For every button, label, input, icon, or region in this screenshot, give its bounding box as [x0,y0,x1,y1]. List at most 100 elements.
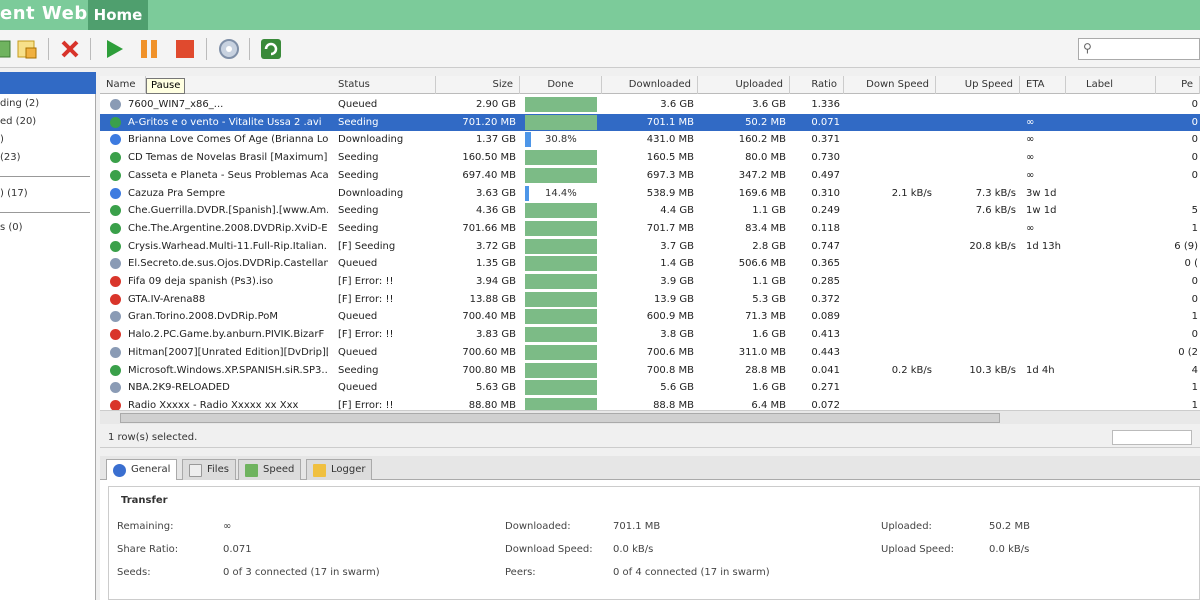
sidebar-item-selected[interactable] [0,72,96,94]
cell-downloaded: 701.7 MB [646,222,694,234]
cell-name: Cazuza Pra Sempre [128,187,226,199]
table-row[interactable]: CD Temas de Novelas Brasil [Maximum] Seed… [100,149,1200,167]
cell-up [936,344,1016,361]
cell-up: 7.3 kB/s [975,187,1016,199]
cell-eta: ∞ [1026,152,1035,164]
remove-icon[interactable] [58,37,82,61]
progress-fill [525,185,529,201]
refresh-icon[interactable] [259,37,283,61]
cell-status: Queued [338,311,378,323]
tab-logger[interactable]: Logger [306,459,373,480]
cell-status: Seeding [338,116,379,128]
start-icon[interactable] [102,37,126,61]
table-row[interactable]: Casseta e Planeta - Seus Problemas Aca..… [100,167,1200,185]
cell-eta: 1d 13h [1026,240,1061,252]
tab-general[interactable]: General [106,459,178,481]
sidebar-item[interactable]: ) [0,134,4,145]
table-row[interactable]: NBA.2K9-RELOADED Queued 5.63 GB 5.6 GB 1.6 G… [100,379,1200,397]
settings-icon[interactable] [217,37,241,61]
column-header-label[interactable]: Label [1066,76,1156,94]
scrollbar-thumb[interactable] [120,413,1000,423]
cell-name: 7600_WIN7_x86_... [128,99,224,110]
cell-eta: 3w 1d [1026,187,1057,199]
column-header-ratio[interactable]: Ratio [790,76,844,94]
cell-up: 20.8 kB/s [969,240,1016,252]
table-row[interactable]: Crysis.Warhead.Multi-11.Full-Rip.Italian… [100,238,1200,256]
cell-uploaded: 347.2 MB [738,169,786,181]
cell-size: 3.63 GB [475,187,516,199]
tab-files[interactable]: Files [182,459,236,480]
table-row[interactable]: Halo.2.PC.Game.by.anburn.PIVIK.BizarF [F]… [100,326,1200,344]
table-row[interactable]: A-Gritos e o vento - Vitalite Ussa 2 .av… [100,113,1200,132]
cell-peers: 0 (2 [1178,346,1198,358]
table-row[interactable]: Brianna Love Comes Of Age (Brianna Lo...… [100,131,1200,149]
upload-speed-value: 0.0 kB/s [989,544,1030,555]
seed-status-icon [110,240,121,252]
progress-bar [525,256,597,272]
cell-downloaded: 538.9 MB [646,187,694,199]
column-header-uploaded[interactable]: Uploaded [698,76,790,94]
seed-status-icon [110,169,121,181]
table-row[interactable]: GTA.IV-Arena88 [F] Error: !! 13.88 GB 13.9 … [100,291,1200,309]
column-header-eta[interactable]: ETA [1020,76,1066,94]
horizontal-scrollbar[interactable] [100,410,1200,424]
cell-status: [F] Seeding [338,240,396,252]
cell-up [936,291,1016,308]
cell-name: Che.The.Argentine.2008.DVDRip.XviD-E... [128,222,328,234]
sidebar-item[interactable]: s (0) [0,222,23,233]
tab-speed[interactable]: Speed [238,459,302,480]
column-header-up-speed[interactable]: Up Speed [936,76,1020,94]
stop-icon[interactable] [173,37,197,61]
table-row[interactable]: Hitman[2007][Unrated Edition][DvDrip][In… [100,344,1200,362]
sidebar-item[interactable]: (23) [0,152,21,163]
cell-status: Queued [338,258,378,270]
table-row[interactable]: Che.The.Argentine.2008.DVDRip.XviD-E... S… [100,220,1200,238]
sidebar-item[interactable]: ding (2) [0,98,39,109]
cell-up [936,220,1016,237]
column-header-name[interactable]: Name [100,76,146,94]
table-row[interactable]: Gran.Torino.2008.DvDRip.PoM Queued 700.40 … [100,308,1200,326]
add-url-icon[interactable] [16,37,40,61]
column-header-size[interactable]: Size [436,76,520,94]
sidebar-item[interactable]: ) (17) [0,188,28,199]
progress-bar [525,344,597,360]
tab-home[interactable]: Home [88,0,148,30]
table-row[interactable]: 7600_WIN7_x86_... Queued 2.90 GB 3.6 GB 3.6 … [100,96,1200,114]
cell-uploaded: 169.6 MB [738,187,786,199]
table-row[interactable]: Che.Guerrilla.DVDR.[Spanish].[www.Am... S… [100,202,1200,220]
column-header-down-speed[interactable]: Down Speed [844,76,936,94]
cell-up [936,114,1016,131]
column-header-status[interactable]: Status [332,76,436,94]
table-row[interactable]: Microsoft.Windows.XP.SPANISH.siR.SP3... S… [100,362,1200,380]
cell-name: Che.Guerrilla.DVDR.[Spanish].[www.Am... [128,205,328,217]
cell-peers: 1 [1191,382,1198,394]
column-header-peers[interactable]: Pe [1156,76,1200,94]
progress-bar [525,291,597,307]
cell-ratio: 0.285 [811,276,840,287]
search-input[interactable]: ⚲ [1078,38,1200,60]
cell-status: [F] Error: !! [338,329,394,341]
cell-peers [1156,185,1198,202]
cell-ratio: 0.118 [811,222,840,234]
table-row[interactable]: Fifa 09 deja spanish (Ps3).iso [F] Error:… [100,273,1200,291]
error-status-icon [110,293,121,305]
progress-bar [525,380,597,396]
column-header-downloaded[interactable]: Downloaded [602,76,698,94]
cell-down [844,114,932,131]
table-row[interactable]: Cazuza Pra Sempre Downloading 3.63 GB 538.9… [100,185,1200,203]
sidebar: ding (2) ed (20) ) (23) ) (17) s (0) [0,72,96,600]
seed-status-icon [110,205,121,217]
cell-size: 3.72 GB [475,240,516,252]
cell-size: 700.60 MB [462,346,516,358]
cell-eta: ∞ [1026,169,1035,181]
column-header-done[interactable]: Done [520,76,602,94]
table-row[interactable]: El.Secreto.de.sus.Ojos.DVDRip.Castellan.… [100,255,1200,273]
cell-downloaded: 13.9 GB [653,293,694,305]
cell-size: 13.88 GB [469,293,516,305]
sidebar-item[interactable]: ed (20) [0,116,36,127]
cell-eta: 1w 1d [1026,205,1057,217]
pause-icon[interactable] [137,37,161,61]
table-row[interactable]: Radio Xxxxx - Radio Xxxxx xx Xxx [F] Erro… [100,397,1200,410]
file-icon [189,464,202,477]
cell-uploaded: 80.0 MB [745,152,786,164]
